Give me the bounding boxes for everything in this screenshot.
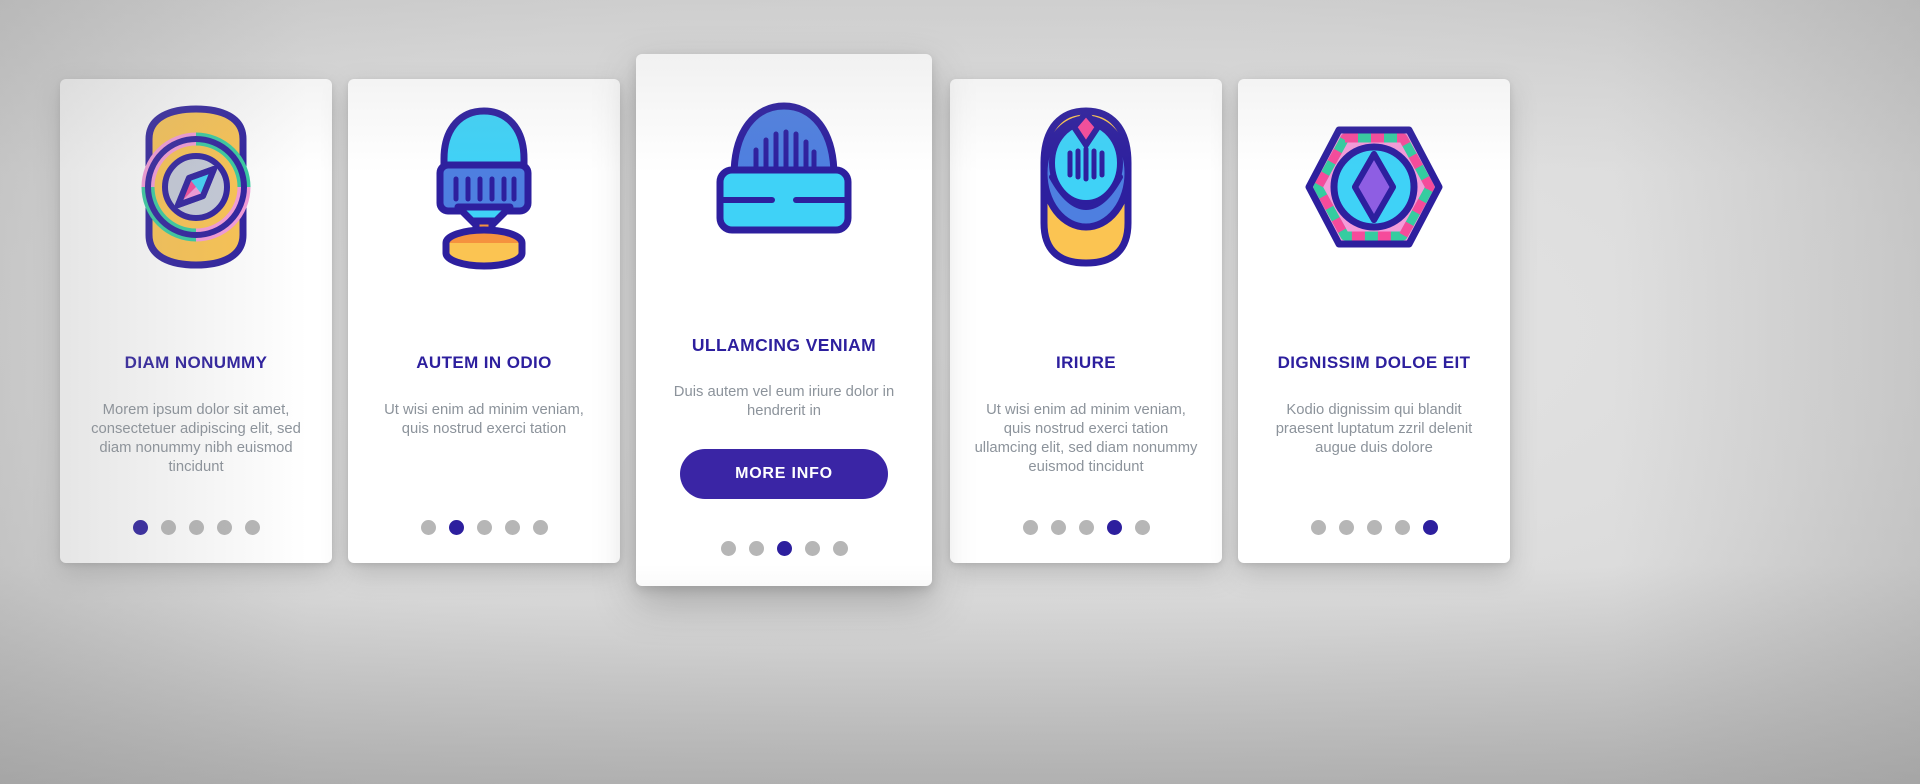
onboarding-card-1[interactable]: DIAM NONUMMY Morem ipsum dolor sit amet,… bbox=[60, 79, 332, 563]
onboarding-card-4[interactable]: IRIURE Ut wisi enim ad minim veniam, qui… bbox=[950, 79, 1222, 563]
pagination-dot[interactable] bbox=[1394, 520, 1410, 535]
onboarding-card-2[interactable]: AUTEM IN ODIO Ut wisi enim ad minim veni… bbox=[348, 79, 620, 563]
gem-ring-icon bbox=[1238, 79, 1510, 294]
card-body: Kodio dignissim qui blandit praesent lup… bbox=[1275, 401, 1473, 456]
pagination-dot[interactable] bbox=[160, 520, 176, 535]
pagination-dots[interactable] bbox=[1238, 520, 1510, 535]
card-title: IRIURE bbox=[1055, 353, 1117, 372]
wearable-sensor-icon bbox=[950, 79, 1222, 294]
pagination-dot[interactable] bbox=[748, 541, 764, 556]
card-title: DIGNISSIM DOLOE EIT bbox=[1277, 353, 1471, 372]
beanie-hat-icon bbox=[636, 54, 932, 284]
pagination-dot[interactable] bbox=[216, 520, 232, 535]
onboarding-card-5[interactable]: DIGNISSIM DOLOE EIT Kodio dignissim qui … bbox=[1238, 79, 1510, 563]
pagination-dot[interactable] bbox=[832, 541, 848, 556]
pagination-dot[interactable] bbox=[1106, 520, 1122, 535]
pagination-dot[interactable] bbox=[1022, 520, 1038, 535]
onboarding-card-3-featured[interactable]: ULLAMCING VENIAM Duis autem vel eum iriu… bbox=[636, 54, 932, 586]
pagination-dot[interactable] bbox=[188, 520, 204, 535]
card-body: Morem ipsum dolor sit amet, consectetuer… bbox=[91, 401, 301, 475]
card-body: Ut wisi enim ad minim veniam, quis nostr… bbox=[974, 401, 1198, 475]
vr-headset-stand-icon bbox=[348, 79, 620, 294]
pagination-dot[interactable] bbox=[420, 520, 436, 535]
pagination-dot[interactable] bbox=[804, 541, 820, 556]
pagination-dot[interactable] bbox=[1078, 520, 1094, 535]
card-body: Ut wisi enim ad minim veniam, quis nostr… bbox=[384, 401, 584, 437]
pagination-dot[interactable] bbox=[1310, 520, 1326, 535]
card-title: DIAM NONUMMY bbox=[124, 353, 268, 372]
pagination-dots[interactable] bbox=[60, 520, 332, 535]
pagination-dots[interactable] bbox=[636, 541, 932, 556]
pagination-dot[interactable] bbox=[720, 541, 736, 556]
more-info-button[interactable]: MORE INFO bbox=[680, 449, 888, 500]
pagination-dot[interactable] bbox=[1338, 520, 1354, 535]
pagination-dot[interactable] bbox=[1134, 520, 1150, 535]
pagination-dots[interactable] bbox=[348, 520, 620, 535]
pagination-dot[interactable] bbox=[1366, 520, 1382, 535]
pagination-dot[interactable] bbox=[504, 520, 520, 535]
pagination-dots[interactable] bbox=[950, 520, 1222, 535]
pagination-dot[interactable] bbox=[244, 520, 260, 535]
pagination-dot[interactable] bbox=[776, 541, 792, 556]
pagination-dot[interactable] bbox=[1050, 520, 1066, 535]
card-title: AUTEM IN ODIO bbox=[416, 353, 552, 372]
onboarding-screens-illustration: DIAM NONUMMY Morem ipsum dolor sit amet,… bbox=[0, 0, 1920, 784]
pagination-dot[interactable] bbox=[476, 520, 492, 535]
pagination-dot[interactable] bbox=[532, 520, 548, 535]
pagination-dot[interactable] bbox=[1422, 520, 1438, 535]
smart-watch-compass-icon bbox=[60, 79, 332, 294]
pagination-dot[interactable] bbox=[132, 520, 148, 535]
card-row: DIAM NONUMMY Morem ipsum dolor sit amet,… bbox=[0, 0, 1920, 784]
pagination-dot[interactable] bbox=[448, 520, 464, 535]
card-body: Duis autem vel eum iriure dolor in hendr… bbox=[673, 384, 895, 420]
card-title: ULLAMCING VENIAM bbox=[691, 335, 877, 355]
